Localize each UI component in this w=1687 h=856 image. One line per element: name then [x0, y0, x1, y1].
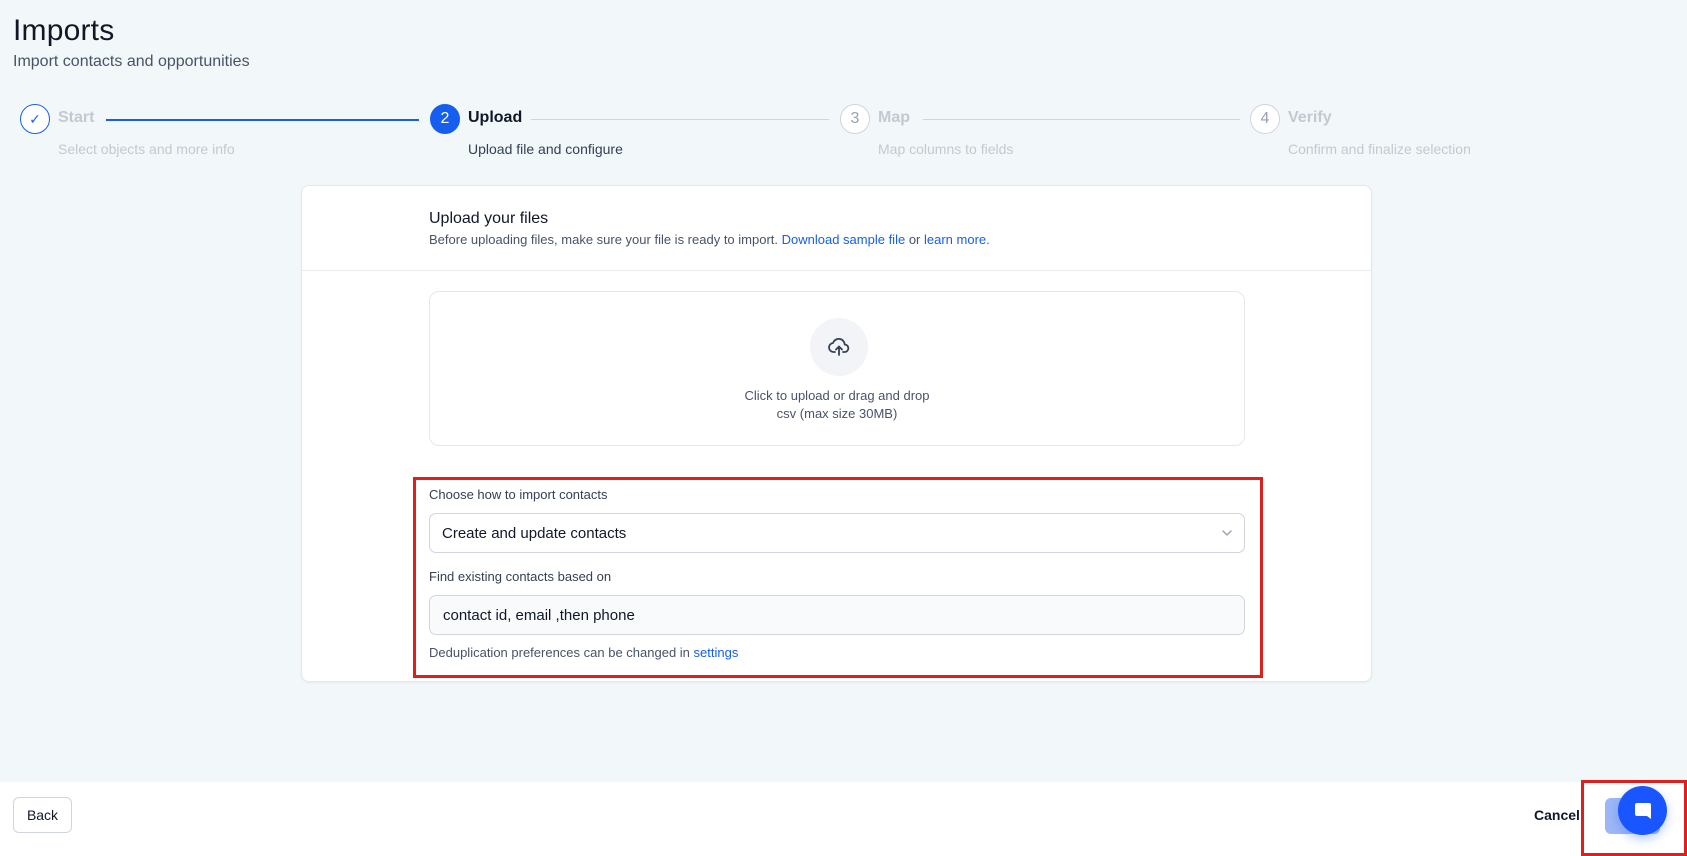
upload-card: Upload your files Before uploading files…: [301, 185, 1372, 682]
settings-link[interactable]: settings: [694, 645, 739, 660]
match-criteria-field: contact id, email ,then phone: [429, 595, 1245, 635]
checkmark-icon: ✓: [20, 104, 50, 134]
step-number: 3: [840, 104, 870, 134]
step-map[interactable]: 3 Map Map columns to fields: [840, 104, 1080, 164]
card-header: Upload your files Before uploading files…: [302, 186, 1371, 271]
step-label: Map: [878, 109, 910, 126]
download-sample-link[interactable]: Download sample file: [782, 232, 906, 247]
step-description: Map columns to fields: [878, 141, 1014, 157]
upload-cloud-icon: [810, 318, 868, 376]
chevron-down-icon: [1222, 530, 1232, 536]
card-title: Upload your files: [429, 210, 549, 227]
workspace: Imports Import contacts and opportunitie…: [0, 0, 1687, 782]
hint-text: Before uploading files, make sure your f…: [429, 232, 782, 247]
step-label: Verify: [1288, 109, 1332, 126]
import-mode-label: Choose how to import contacts: [429, 487, 608, 502]
step-number: 2: [430, 104, 460, 134]
page-title: Imports: [13, 14, 115, 47]
dropzone-subtext: csv (max size 30MB): [776, 406, 898, 421]
back-button[interactable]: Back: [13, 797, 72, 833]
card-hint: Before uploading files, make sure your f…: [429, 232, 990, 247]
dedupe-note-text: Deduplication preferences can be changed…: [429, 645, 694, 660]
learn-more-link[interactable]: learn more.: [924, 232, 990, 247]
step-description: Confirm and finalize selection: [1288, 141, 1471, 157]
hint-or: or: [905, 232, 924, 247]
import-mode-select[interactable]: Create and update contacts: [429, 513, 1245, 553]
step-start[interactable]: ✓ Start Select objects and more info: [20, 104, 280, 164]
step-verify[interactable]: 4 Verify Confirm and finalize selection: [1250, 104, 1510, 164]
match-criteria-value: contact id, email ,then phone: [443, 606, 635, 624]
footer-bar: Back Cancel: [0, 780, 1687, 856]
step-description: Upload file and configure: [468, 141, 623, 157]
chat-widget-button[interactable]: [1618, 786, 1667, 835]
step-label: Start: [58, 109, 95, 126]
dropzone-text: Click to upload or drag and drop: [744, 388, 930, 403]
chat-bubble-icon: [1634, 802, 1651, 819]
step-label: Upload: [468, 109, 523, 126]
page-subtitle: Import contacts and opportunities: [13, 53, 250, 70]
import-mode-value: Create and update contacts: [442, 524, 627, 542]
cancel-button[interactable]: Cancel: [1530, 797, 1584, 833]
dedupe-note: Deduplication preferences can be changed…: [429, 645, 738, 660]
step-description: Select objects and more info: [58, 141, 235, 157]
step-number: 4: [1250, 104, 1280, 134]
step-upload[interactable]: 2 Upload Upload file and configure: [430, 104, 670, 164]
file-dropzone[interactable]: Click to upload or drag and drop csv (ma…: [429, 291, 1245, 446]
match-criteria-label: Find existing contacts based on: [429, 569, 612, 584]
